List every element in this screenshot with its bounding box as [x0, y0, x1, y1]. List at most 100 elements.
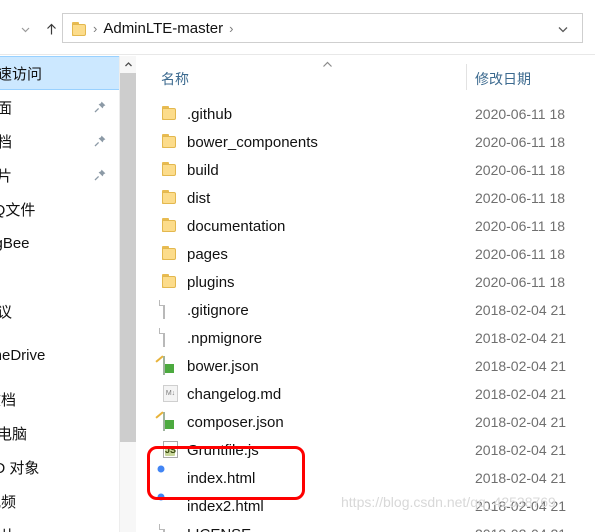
file-name[interactable]: dist — [187, 190, 210, 207]
sidebar-item-10[interactable]: 此电脑 — [0, 416, 119, 450]
sidebar-item-label: 桌面 — [0, 99, 13, 117]
sidebar-item-12[interactable]: 视频 — [0, 484, 119, 518]
file-name[interactable]: bower.json — [187, 358, 259, 375]
chrome-icon — [161, 469, 179, 487]
table-row[interactable]: plugins 2020-06-11 18 — [137, 268, 595, 296]
file-date-modified: 2018-02-04 21 — [475, 358, 567, 374]
table-row[interactable]: LICENSE 2018-02-04 21 — [137, 520, 595, 532]
table-row[interactable]: build 2020-06-11 18 — [137, 156, 595, 184]
folder-icon — [161, 217, 179, 235]
watermark: https://blog.csdn.net/qq_42538769 — [341, 494, 556, 510]
address-dropdown-icon[interactable] — [556, 22, 570, 41]
folder-icon — [71, 21, 87, 36]
folder-icon — [161, 133, 179, 151]
sidebar-item-label: 文档 — [0, 133, 13, 151]
json-file-icon — [155, 411, 179, 431]
sidebar-scrollbar[interactable] — [119, 56, 136, 532]
breadcrumb-separator-2[interactable]: › — [223, 22, 239, 35]
file-name[interactable]: .github — [187, 106, 232, 123]
file-date-modified: 2018-02-04 21 — [475, 386, 567, 402]
table-row[interactable]: .gitignore 2018-02-04 21 — [137, 296, 595, 324]
pin-icon[interactable] — [93, 100, 107, 114]
column-header-date-modified[interactable]: 修改日期 — [475, 69, 531, 89]
file-date-modified: 2018-02-04 21 — [475, 442, 567, 458]
file-name[interactable]: .gitignore — [187, 302, 249, 319]
file-name[interactable]: composer.json — [187, 414, 284, 431]
table-row[interactable]: .github 2020-06-11 18 — [137, 100, 595, 128]
file-name[interactable]: pages — [187, 246, 228, 263]
file-date-modified: 2020-06-11 18 — [475, 218, 566, 234]
sidebar-item-5[interactable]: ZigBee — [0, 226, 119, 260]
address-bar: › AdminLTE-master › — [0, 0, 595, 55]
folder-icon — [161, 189, 179, 207]
file-name[interactable]: documentation — [187, 218, 285, 235]
file-name[interactable]: build — [187, 162, 219, 179]
file-date-modified: 2020-06-11 18 — [475, 106, 566, 122]
file-date-modified: 2020-06-11 18 — [475, 190, 566, 206]
table-row[interactable]: bower_components 2020-06-11 18 — [137, 128, 595, 156]
table-row[interactable]: .npmignore 2018-02-04 21 — [137, 324, 595, 352]
file-date-modified: 2020-06-11 18 — [475, 274, 566, 290]
file-name[interactable]: changelog.md — [187, 386, 281, 403]
file-date-modified: 2020-06-11 18 — [475, 134, 566, 150]
file-name[interactable]: bower_components — [187, 134, 318, 151]
file-date-modified: 2018-02-04 21 — [475, 470, 567, 486]
folder-icon — [161, 273, 179, 291]
sidebar-item-0[interactable]: 快速访问 — [0, 56, 119, 90]
breadcrumb-separator-1: › — [93, 20, 98, 36]
sidebar-item-label: 文档 — [0, 391, 17, 409]
sidebar-item-label: 图片 — [0, 525, 16, 532]
table-row[interactable]: bower.json 2018-02-04 21 — [137, 352, 595, 380]
navigation-pane[interactable]: 快速访问桌面文档图片QQ文件ZigBeezq协议OneDrive文档此电脑3D … — [0, 56, 119, 532]
table-row[interactable]: dist 2020-06-11 18 — [137, 184, 595, 212]
table-row[interactable]: JS Gruntfile.js 2018-02-04 21 — [137, 436, 595, 464]
sidebar-item-13[interactable]: 图片 — [0, 518, 119, 532]
sidebar-item-1[interactable]: 桌面 — [0, 90, 119, 124]
sidebar-item-11[interactable]: 3D 对象 — [0, 450, 119, 484]
file-date-modified: 2018-02-04 21 — [475, 302, 567, 318]
column-divider[interactable] — [466, 64, 467, 90]
text-file-icon — [161, 300, 179, 319]
table-row[interactable]: composer.json 2018-02-04 21 — [137, 408, 595, 436]
table-row[interactable]: M↓ changelog.md 2018-02-04 21 — [137, 380, 595, 408]
recent-locations-dropdown-icon[interactable] — [14, 18, 36, 40]
sidebar-item-9[interactable]: 文档 — [0, 382, 119, 416]
file-name[interactable]: Gruntfile.js — [187, 442, 259, 459]
sidebar-item-7[interactable]: 协议 — [0, 294, 119, 328]
markdown-file-icon: M↓ — [161, 385, 179, 403]
sidebar-item-2[interactable]: 文档 — [0, 124, 119, 158]
sidebar-item-6[interactable]: zq — [0, 260, 119, 294]
pin-icon[interactable] — [93, 168, 107, 182]
column-header-name[interactable]: 名称 — [161, 69, 189, 89]
sidebar-item-label: 图片 — [0, 167, 13, 185]
folder-icon — [161, 245, 179, 263]
file-name[interactable]: .npmignore — [187, 330, 262, 347]
sidebar-item-label: 视频 — [0, 493, 17, 511]
chrome-icon — [161, 497, 179, 515]
file-list-pane[interactable]: 名称 修改日期 .github 2020-06-11 18 bower_compon… — [137, 56, 595, 532]
sidebar-item-8[interactable]: OneDrive — [0, 338, 119, 372]
file-name[interactable]: LICENSE — [187, 526, 251, 532]
sidebar-item-label: ZigBee — [0, 234, 30, 252]
breadcrumb-current-folder[interactable]: AdminLTE-master — [103, 20, 223, 37]
scroll-up-icon[interactable] — [120, 56, 136, 73]
file-date-modified: 2018-02-04 21 — [475, 330, 567, 346]
sidebar-item-3[interactable]: 图片 — [0, 158, 119, 192]
file-date-modified: 2020-06-11 18 — [475, 246, 566, 262]
file-name[interactable]: plugins — [187, 274, 235, 291]
address-input[interactable]: › AdminLTE-master › — [62, 13, 583, 43]
file-name[interactable]: index.html — [187, 470, 255, 487]
sort-ascending-icon — [322, 60, 333, 70]
sidebar-scrollbar-thumb[interactable] — [120, 73, 136, 442]
pin-icon[interactable] — [93, 134, 107, 148]
table-row[interactable]: documentation 2020-06-11 18 — [137, 212, 595, 240]
sidebar-item-4[interactable]: QQ文件 — [0, 192, 119, 226]
table-row[interactable]: pages 2020-06-11 18 — [137, 240, 595, 268]
file-explorer-window: › AdminLTE-master › 快速访问桌面文档图片QQ文件ZigBee… — [0, 0, 595, 532]
up-one-level-icon[interactable] — [40, 18, 62, 40]
sidebar-item-label: OneDrive — [0, 346, 46, 364]
file-name[interactable]: index2.html — [187, 498, 264, 515]
table-row[interactable]: index.html 2018-02-04 21 — [137, 464, 595, 492]
